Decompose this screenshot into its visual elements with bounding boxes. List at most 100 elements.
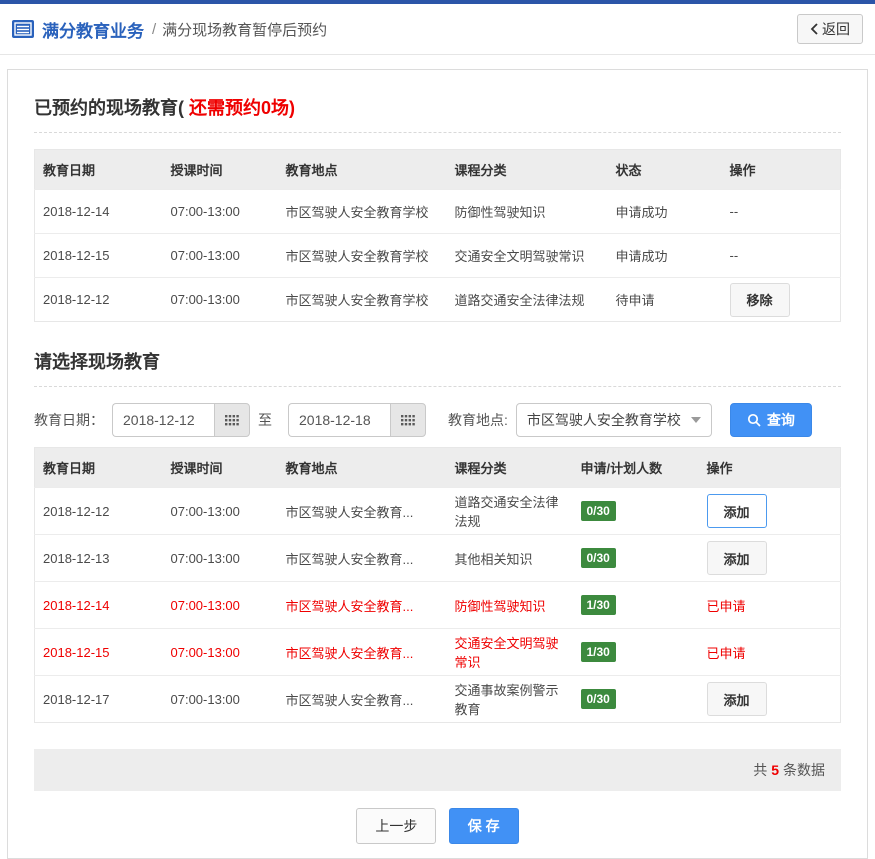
quota-badge: 0/30 [581, 689, 616, 709]
cell-place: 市区驾驶人安全教育... [278, 582, 447, 629]
cell-time: 07:00-13:00 [163, 488, 278, 535]
date-to-calendar-button[interactable] [390, 403, 426, 437]
cell-place: 市区驾驶人安全教育学校 [278, 190, 447, 234]
applied-status: 已申请 [707, 599, 746, 614]
column-header-status: 状态 [608, 150, 722, 190]
booked-title-text: 已预约的现场教育( [34, 98, 189, 118]
select-section-title: 请选择现场教育 [34, 350, 841, 374]
cell-time: 07:00-13:00 [163, 278, 278, 322]
table-row: 2018-12-15 07:00-13:00 市区驾驶人安全教育学校 交通安全文… [35, 234, 841, 278]
column-header-date: 教育日期 [35, 150, 163, 190]
cell-course: 防御性驾驶知识 [447, 190, 608, 234]
calendar-grid-icon [401, 415, 415, 426]
chevron-left-icon [810, 23, 818, 35]
location-select-value: 市区驾驶人安全教育学校 [527, 410, 681, 430]
column-header-date: 教育日期 [35, 448, 163, 488]
cell-course: 交通安全文明驾驶常识 [447, 629, 573, 676]
save-button[interactable]: 保 存 [449, 808, 519, 844]
query-button[interactable]: 查询 [730, 403, 812, 437]
cell-time: 07:00-13:00 [163, 629, 278, 676]
cell-status: 待申请 [608, 278, 722, 322]
add-button[interactable]: 添加 [707, 494, 767, 528]
table-row: 2018-12-14 07:00-13:00 市区驾驶人安全教育学校 防御性驾驶… [35, 190, 841, 234]
table-row: 2018-12-14 07:00-13:00 市区驾驶人安全教育... 防御性驾… [35, 582, 841, 629]
summary-suffix: 条数据 [783, 762, 825, 778]
quota-badge: 1/30 [581, 642, 616, 662]
booked-section-title: 已预约的现场教育( 还需预约0场) [34, 96, 841, 120]
header: 满分教育业务 / 满分现场教育暂停后预约 返回 [0, 4, 875, 55]
place-filter-label: 教育地点: [448, 410, 508, 430]
applied-status: 已申请 [707, 646, 746, 661]
add-button[interactable]: 添加 [707, 541, 767, 575]
table-row: 2018-12-17 07:00-13:00 市区驾驶人安全教育... 交通事故… [35, 676, 841, 723]
add-button[interactable]: 添加 [707, 682, 767, 716]
cell-action: 已申请 [699, 582, 841, 629]
table-row: 2018-12-12 07:00-13:00 市区驾驶人安全教育... 道路交通… [35, 488, 841, 535]
table-row: 2018-12-12 07:00-13:00 市区驾驶人安全教育学校 道路交通安… [35, 278, 841, 322]
cell-action: 移除 [722, 278, 841, 322]
column-header-time: 授课时间 [163, 448, 278, 488]
footer-actions: 上一步 保 存 [34, 808, 841, 844]
cell-time: 07:00-13:00 [163, 535, 278, 582]
quota-badge: 0/30 [581, 548, 616, 568]
cell-course: 交通事故案例警示教育 [447, 676, 573, 723]
cell-time: 07:00-13:00 [163, 582, 278, 629]
booked-table-header-row: 教育日期 授课时间 教育地点 课程分类 状态 操作 [35, 150, 841, 190]
cell-place: 市区驾驶人安全教育... [278, 629, 447, 676]
cell-status: 申请成功 [608, 190, 722, 234]
cell-date: 2018-12-15 [35, 629, 163, 676]
cell-action: 添加 [699, 676, 841, 723]
summary-bar: 共5条数据 [34, 749, 841, 791]
column-header-action: 操作 [699, 448, 841, 488]
cell-action: 添加 [699, 535, 841, 582]
back-button[interactable]: 返回 [797, 14, 863, 44]
filter-bar: 教育日期： 至 教育地点: 市区驾驶人安全教育学校 查询 [34, 403, 841, 437]
cell-date: 2018-12-17 [35, 676, 163, 723]
cell-action-none: -- [722, 234, 841, 278]
column-header-course: 课程分类 [447, 150, 608, 190]
date-from-group [112, 403, 250, 437]
available-table: 教育日期 授课时间 教育地点 课程分类 申请/计划人数 操作 2018-12-1… [34, 447, 841, 723]
search-icon [747, 413, 761, 427]
cell-date: 2018-12-14 [35, 582, 163, 629]
cell-place: 市区驾驶人安全教育学校 [278, 234, 447, 278]
location-select[interactable]: 市区驾驶人安全教育学校 [516, 403, 712, 437]
cell-time: 07:00-13:00 [163, 676, 278, 723]
table-row: 2018-12-15 07:00-13:00 市区驾驶人安全教育... 交通安全… [35, 629, 841, 676]
cell-course: 其他相关知识 [447, 535, 573, 582]
cell-action: 添加 [699, 488, 841, 535]
booked-title-suffix: ) [289, 98, 295, 118]
cell-date: 2018-12-13 [35, 535, 163, 582]
cell-course: 道路交通安全法律法规 [447, 488, 573, 535]
cell-quota: 0/30 [573, 535, 699, 582]
query-button-label: 查询 [767, 410, 795, 430]
cell-date: 2018-12-15 [35, 234, 163, 278]
cell-place: 市区驾驶人安全教育... [278, 676, 447, 723]
cell-date: 2018-12-14 [35, 190, 163, 234]
content-card: 已预约的现场教育( 还需预约0场) 教育日期 授课时间 教育地点 课程分类 状态… [7, 69, 868, 859]
dashed-divider [34, 386, 841, 387]
cell-date: 2018-12-12 [35, 278, 163, 322]
quota-badge: 1/30 [581, 595, 616, 615]
booked-table: 教育日期 授课时间 教育地点 课程分类 状态 操作 2018-12-14 07:… [34, 149, 841, 322]
remove-button[interactable]: 移除 [730, 283, 790, 317]
booked-title-highlight: 还需预约0场 [189, 98, 289, 118]
date-from-input[interactable] [112, 403, 214, 437]
cell-date: 2018-12-12 [35, 488, 163, 535]
date-from-calendar-button[interactable] [214, 403, 250, 437]
cell-place: 市区驾驶人安全教育... [278, 535, 447, 582]
date-to-group [288, 403, 426, 437]
cell-time: 07:00-13:00 [163, 234, 278, 278]
app-title[interactable]: 满分教育业务 [42, 17, 144, 42]
column-header-course: 课程分类 [447, 448, 573, 488]
column-header-time: 授课时间 [163, 150, 278, 190]
previous-step-button[interactable]: 上一步 [356, 808, 436, 844]
cell-place: 市区驾驶人安全教育学校 [278, 278, 447, 322]
cell-quota: 0/30 [573, 488, 699, 535]
column-header-place: 教育地点 [278, 448, 447, 488]
table-row: 2018-12-13 07:00-13:00 市区驾驶人安全教育... 其他相关… [35, 535, 841, 582]
column-header-place: 教育地点 [278, 150, 447, 190]
date-filter-label: 教育日期： [34, 410, 104, 430]
date-to-input[interactable] [288, 403, 390, 437]
quota-badge: 0/30 [581, 501, 616, 521]
